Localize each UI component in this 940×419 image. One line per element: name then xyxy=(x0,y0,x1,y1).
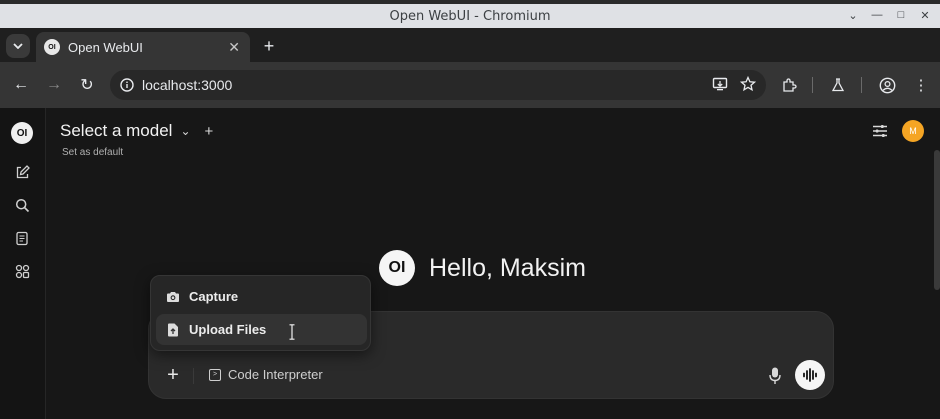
tab-title: Open WebUI xyxy=(68,39,143,55)
tab-close-icon[interactable]: ✕ xyxy=(228,39,240,56)
menu-item-capture[interactable]: Capture xyxy=(156,281,367,312)
search-icon[interactable] xyxy=(13,196,31,214)
scrollbar[interactable] xyxy=(934,150,940,290)
attach-plus-button[interactable]: + xyxy=(163,364,183,387)
sidebar-logo[interactable]: OI xyxy=(11,122,33,144)
site-info-icon[interactable] xyxy=(120,78,134,92)
tab-strip: OI Open WebUI ✕ + xyxy=(0,28,940,62)
sidebar: OI xyxy=(0,108,46,419)
audio-waveform-icon xyxy=(803,368,817,382)
omnibox-actions xyxy=(712,76,756,92)
reload-icon[interactable]: ↻ xyxy=(76,74,98,96)
camera-icon xyxy=(166,290,180,304)
new-tab-button[interactable]: + xyxy=(258,36,280,57)
microphone-icon[interactable] xyxy=(768,366,782,386)
code-interpreter-toggle[interactable]: > Code Interpreter xyxy=(209,367,323,382)
voice-mode-button[interactable] xyxy=(795,360,825,390)
close-window-icon[interactable]: ✕ xyxy=(918,8,932,22)
text-cursor-icon xyxy=(289,324,295,340)
terminal-icon: > xyxy=(209,368,221,381)
set-as-default-link[interactable]: Set as default xyxy=(62,147,123,158)
notes-icon[interactable] xyxy=(13,229,31,247)
add-model-button[interactable]: + xyxy=(205,123,214,140)
window-menu-chevron-icon[interactable]: ⌄ xyxy=(846,8,860,22)
chevron-down-icon: ⌄ xyxy=(180,124,191,138)
input-divider xyxy=(193,368,194,384)
extensions-icon[interactable] xyxy=(778,74,800,96)
greeting-text: Hello, Maksim xyxy=(429,253,586,282)
tab-favicon: OI xyxy=(44,39,60,55)
chat-controls-icon[interactable] xyxy=(871,122,889,140)
code-interpreter-label: Code Interpreter xyxy=(228,367,323,382)
toolbar-divider xyxy=(861,77,862,93)
greeting-logo: OI xyxy=(379,250,415,286)
menu-item-label: Upload Files xyxy=(189,322,267,337)
attach-menu: Capture Upload Files xyxy=(150,275,371,351)
open-webui-app: OI Select a model ⌄ + Set as default M O… xyxy=(0,108,940,419)
back-icon[interactable]: ← xyxy=(10,74,32,96)
labs-flask-icon[interactable] xyxy=(827,74,849,96)
window-controls: ⌄ — □ ✕ xyxy=(846,8,932,22)
window-title: Open WebUI - Chromium xyxy=(389,8,551,24)
browser-toolbar: ← → ↻ localhost:3000 ⋮ xyxy=(0,62,940,108)
toolbar-divider xyxy=(812,77,813,93)
window-titlebar: Open WebUI - Chromium ⌄ — □ ✕ xyxy=(0,4,940,28)
model-selector-label: Select a model xyxy=(60,121,173,140)
model-selector[interactable]: Select a model ⌄ + xyxy=(60,121,213,141)
tab-search-button[interactable] xyxy=(6,34,30,58)
file-upload-icon xyxy=(166,323,180,337)
new-chat-icon[interactable] xyxy=(13,163,31,181)
forward-icon[interactable]: → xyxy=(43,74,65,96)
url-text: localhost:3000 xyxy=(142,77,233,93)
workspace-grid-icon[interactable] xyxy=(13,262,31,280)
maximize-icon[interactable]: □ xyxy=(894,8,908,22)
bookmark-star-icon[interactable] xyxy=(740,76,756,92)
browser-menu-icon[interactable]: ⋮ xyxy=(910,74,932,96)
user-avatar[interactable]: M xyxy=(902,120,924,142)
greeting: OI Hello, Maksim xyxy=(379,250,586,286)
menu-item-upload-files[interactable]: Upload Files xyxy=(156,314,367,345)
menu-item-label: Capture xyxy=(189,289,239,304)
minimize-icon[interactable]: — xyxy=(870,8,884,22)
profile-icon[interactable] xyxy=(876,74,898,96)
address-bar[interactable]: localhost:3000 xyxy=(110,70,766,100)
browser-tab[interactable]: OI Open WebUI ✕ xyxy=(36,32,250,62)
chevron-down-icon xyxy=(13,43,23,49)
install-app-icon[interactable] xyxy=(712,76,728,92)
